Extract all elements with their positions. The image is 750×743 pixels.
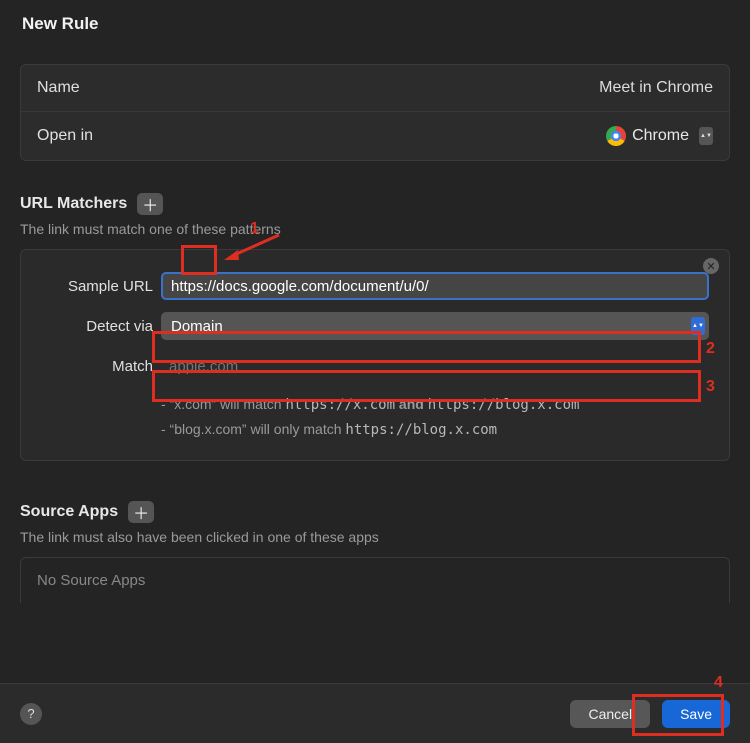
source-apps-title: Source Apps <box>20 503 118 521</box>
footer: ? Cancel Save <box>0 683 750 743</box>
match-input[interactable] <box>161 352 709 380</box>
source-apps-empty: No Source Apps <box>20 557 730 603</box>
chevron-updown-icon: ▲▼ <box>691 317 705 335</box>
dialog-title: New Rule <box>0 0 750 64</box>
annotation-number-3: 3 <box>706 378 715 396</box>
sample-url-label: Sample URL <box>41 278 153 295</box>
url-matchers-section: URL Matchers ＋ The link must match one o… <box>20 193 730 237</box>
sample-url-input[interactable] <box>161 272 709 300</box>
annotation-number-4: 4 <box>714 674 723 692</box>
match-hints: - “x.com” will match https://x.com and h… <box>161 392 709 442</box>
open-in-value-text: Chrome <box>632 127 689 145</box>
cancel-button[interactable]: Cancel <box>570 700 650 728</box>
help-button[interactable]: ? <box>20 703 42 725</box>
save-button[interactable]: Save <box>662 700 730 728</box>
add-matcher-button[interactable]: ＋ <box>137 193 163 215</box>
match-label: Match <box>41 358 153 375</box>
hint-line: - “x.com” will match https://x.com and h… <box>161 392 709 417</box>
remove-matcher-button[interactable]: ✕ <box>703 258 719 274</box>
chrome-icon <box>606 126 626 146</box>
detect-via-value: Domain <box>171 318 223 335</box>
url-matchers-subtitle: The link must match one of these pattern… <box>20 221 730 237</box>
open-in-label: Open in <box>37 127 93 145</box>
name-value[interactable]: Meet in Chrome <box>599 79 713 97</box>
basics-card: Name Meet in Chrome Open in Chrome ▲▼ <box>20 64 730 161</box>
add-source-app-button[interactable]: ＋ <box>128 501 154 523</box>
annotation-number-1: 1 <box>250 220 259 238</box>
detect-via-label: Detect via <box>41 318 153 335</box>
url-matchers-title: URL Matchers <box>20 195 127 213</box>
open-in-row: Open in Chrome ▲▼ <box>21 112 729 160</box>
hint-line: - “blog.x.com” will only match https://b… <box>161 417 709 442</box>
open-in-select[interactable]: Chrome ▲▼ <box>606 126 713 146</box>
name-row: Name Meet in Chrome <box>21 65 729 112</box>
matcher-card: ✕ Sample URL Detect via Domain ▲▼ Match … <box>20 249 730 461</box>
source-apps-section: Source Apps ＋ The link must also have be… <box>20 501 730 545</box>
name-label: Name <box>37 79 80 97</box>
detect-via-select[interactable]: Domain ▲▼ <box>161 312 709 340</box>
source-apps-subtitle: The link must also have been clicked in … <box>20 529 730 545</box>
annotation-number-2: 2 <box>706 340 715 358</box>
chevron-updown-icon: ▲▼ <box>699 127 713 145</box>
